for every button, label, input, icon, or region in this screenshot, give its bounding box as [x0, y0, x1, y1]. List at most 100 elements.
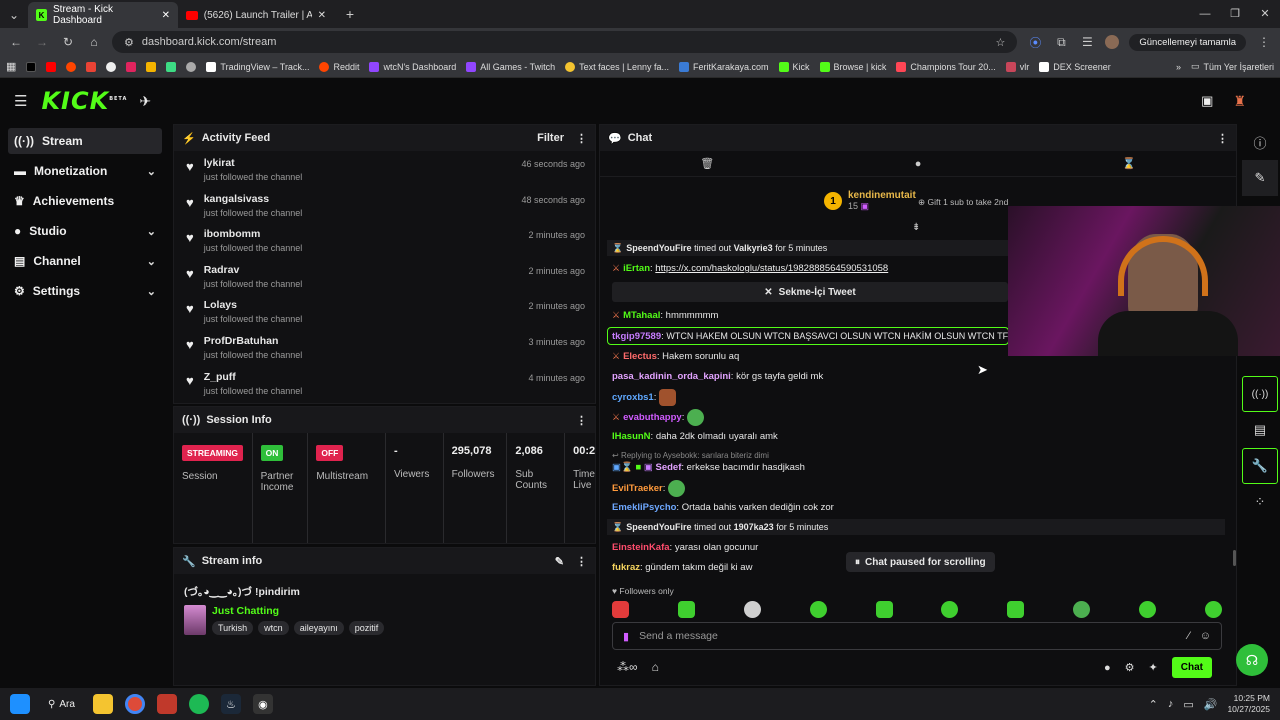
minimize-icon[interactable]: —	[1190, 0, 1220, 28]
kick-logo[interactable]: KICKBETA	[41, 87, 127, 115]
emote-button[interactable]	[875, 601, 893, 618]
chat-paused-button[interactable]: ⏸ Chat paused for scrolling	[846, 552, 995, 572]
display-icon[interactable]: ▭	[1183, 698, 1193, 711]
green-icon[interactable]	[166, 61, 177, 72]
more-icon[interactable]: ⋮	[576, 132, 587, 145]
menu-icon[interactable]: ⋮	[1256, 35, 1272, 49]
pinned-arrow-icon[interactable]: ⇟	[912, 222, 920, 233]
bookmark-item[interactable]: All Games - Twitch	[466, 61, 555, 72]
reddit-icon[interactable]	[66, 61, 77, 72]
store-icon[interactable]: ⌂	[652, 660, 659, 674]
follower-name[interactable]: ibombomm	[204, 228, 303, 240]
maximize-icon[interactable]: ❐	[1220, 0, 1250, 28]
chevron-up-icon[interactable]: ⌃	[1149, 698, 1158, 711]
chat-scrollbar[interactable]	[1233, 550, 1236, 566]
bookmark-item[interactable]: vlr	[1005, 61, 1029, 72]
profile-logo-icon[interactable]: ♜	[1233, 93, 1246, 110]
emote-button[interactable]	[941, 601, 959, 618]
bookmark-star-icon[interactable]: ☆	[996, 36, 1006, 49]
info-icon[interactable]: ⓘ	[1242, 124, 1278, 160]
emote-button[interactable]	[1007, 601, 1025, 618]
avatar[interactable]	[1105, 35, 1120, 49]
media-icon[interactable]: ☰	[1079, 35, 1095, 49]
update-button[interactable]: Güncellemeyi tamamla	[1129, 33, 1246, 51]
edit-icon[interactable]: ✎	[1242, 160, 1278, 196]
extensions-puzzle-icon[interactable]: ⧉	[1053, 35, 1069, 50]
emote-button[interactable]	[809, 601, 827, 618]
emote-button[interactable]	[743, 601, 761, 618]
message-input[interactable]: ▮ Send a message ⁄ ☺	[612, 622, 1222, 650]
more-bookmarks-icon[interactable]: »	[1176, 62, 1181, 72]
emote-button[interactable]	[1139, 601, 1156, 618]
chrome-icon[interactable]	[124, 694, 145, 714]
follower-name[interactable]: lykirat	[204, 157, 303, 169]
tag[interactable]: aileyayını	[293, 621, 344, 635]
layout-icon[interactable]: ▤	[1242, 412, 1278, 448]
hamburger-icon[interactable]: ☰	[14, 92, 27, 110]
reply-context[interactable]: ↩ Replying to Aysebokk: sarılara biteriz…	[612, 451, 769, 460]
yahoo-icon[interactable]	[126, 61, 137, 72]
volume-icon[interactable]: 🔊	[1204, 698, 1218, 711]
message-icon[interactable]: ●	[915, 158, 922, 170]
emote-button[interactable]	[612, 601, 629, 618]
tweet-embed-button[interactable]: ✕ Sekme-İçi Tweet	[612, 282, 1008, 302]
bookmark-item[interactable]: Browse | kick	[819, 61, 886, 72]
follower-name[interactable]: ProfDrBatuhan	[204, 335, 303, 347]
bookmark-item[interactable]: FeritKarakaya.com	[678, 61, 769, 72]
spotify-icon[interactable]	[188, 694, 209, 714]
more-icon[interactable]: ⋮	[576, 414, 587, 427]
sidebar-item-settings[interactable]: ⚙ Settings ⌄	[8, 278, 162, 304]
obs-icon[interactable]: ◉	[252, 694, 273, 714]
more-icon[interactable]: ⋮	[576, 555, 587, 568]
follower-name[interactable]: Z_puff	[204, 371, 303, 383]
mic-icon[interactable]: ▮	[623, 630, 629, 643]
emoji-icon[interactable]: ☺	[1200, 630, 1211, 642]
category-thumbnail[interactable]	[184, 605, 206, 635]
tab-kick-dashboard[interactable]: K Stream - Kick Dashboard ✕	[28, 2, 178, 28]
tag[interactable]: wtcn	[258, 621, 289, 635]
close-icon[interactable]: ✕	[162, 10, 170, 21]
community-icon[interactable]: ⁂∞	[617, 660, 638, 674]
chrome-icon[interactable]	[106, 61, 117, 72]
reload-icon[interactable]: ↻	[60, 35, 76, 49]
file-explorer-icon[interactable]	[92, 694, 113, 714]
gold-icon[interactable]	[146, 61, 157, 72]
sidebar-item-achievements[interactable]: ♛ Achievements	[8, 188, 162, 214]
back-icon[interactable]: ←	[8, 35, 24, 49]
filter-button[interactable]: Filter	[537, 132, 564, 144]
bookmark-item[interactable]: Kick	[778, 61, 810, 72]
close-window-icon[interactable]: ✕	[1250, 0, 1280, 28]
apps-icon[interactable]: ▦	[6, 60, 16, 73]
emote-button[interactable]	[677, 601, 695, 618]
follower-name[interactable]: Lolays	[204, 299, 303, 311]
x-icon[interactable]	[26, 61, 37, 72]
gifter-name[interactable]: kendinemutait	[848, 190, 916, 201]
bookmark-item[interactable]: Champions Tour 20...	[896, 61, 996, 72]
bookmark-item[interactable]: wtcN's Dashboard	[369, 61, 456, 72]
extension-icon[interactable]: ⦿	[1027, 34, 1043, 51]
chat-link[interactable]: https://x.com/haskologlu/status/19828885…	[655, 263, 888, 274]
windows-start-icon[interactable]	[10, 694, 30, 714]
send-chat-button[interactable]: Chat	[1171, 657, 1212, 678]
home-icon[interactable]: ⌂	[86, 35, 102, 49]
gmail-icon[interactable]	[86, 61, 97, 72]
mic-icon[interactable]: ♪	[1168, 698, 1174, 710]
search-button[interactable]: ⚲ Ara	[42, 699, 81, 710]
sidebar-item-stream[interactable]: ((·)) Stream	[8, 128, 162, 154]
sidebar-item-channel[interactable]: ▤ Channel ⌄	[8, 248, 162, 274]
timer-icon[interactable]: ⌛	[1122, 157, 1136, 170]
wrench-icon[interactable]: 🔧	[1242, 448, 1278, 484]
url-input[interactable]: ⚙ dashboard.kick.com/stream ☆	[112, 31, 1018, 53]
tag[interactable]: pozitif	[348, 621, 385, 635]
close-icon[interactable]: ✕	[318, 10, 326, 21]
clock[interactable]: 10:25 PM 10/27/2025	[1227, 693, 1270, 715]
support-button[interactable]: ☊	[1236, 644, 1268, 676]
forward-icon[interactable]: →	[34, 35, 50, 49]
bookmark-item[interactable]: Reddit	[319, 61, 359, 72]
follower-name[interactable]: kangalsivass	[204, 193, 303, 205]
site-info-icon[interactable]: ⚙	[124, 36, 134, 49]
youtube-icon[interactable]	[46, 61, 57, 72]
app-icon[interactable]	[156, 694, 177, 714]
all-bookmarks[interactable]: ▭ Tüm Yer İşaretleri	[1191, 61, 1274, 72]
steam-icon[interactable]: ♨	[220, 694, 241, 714]
